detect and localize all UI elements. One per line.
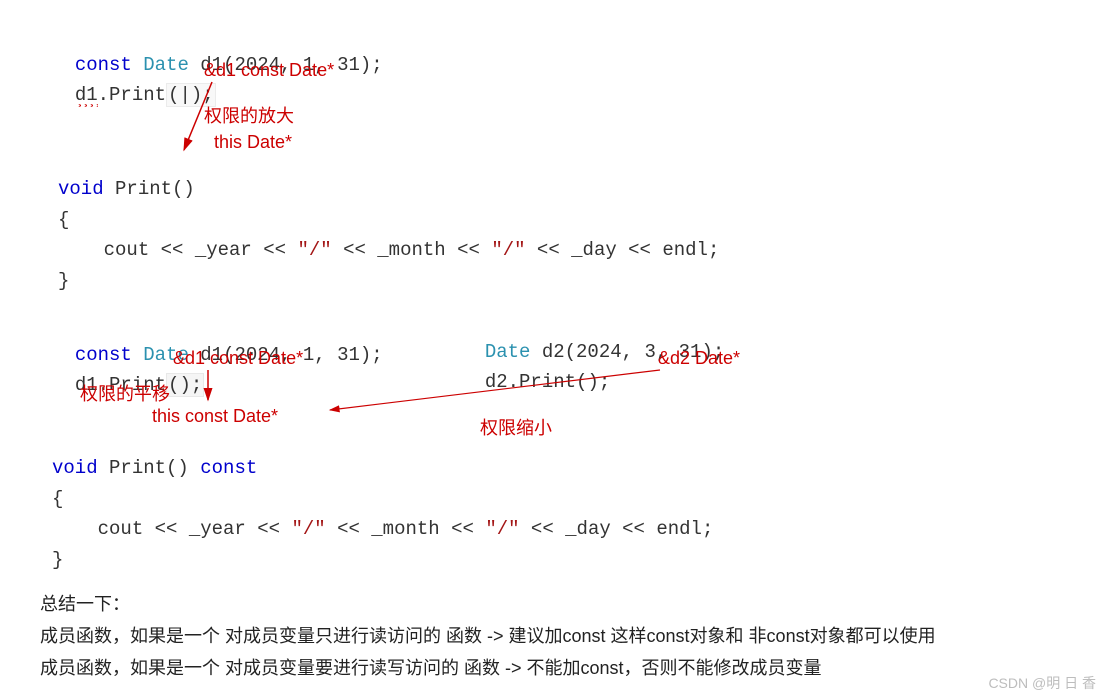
body-3b: << _day << endl; — [520, 518, 714, 540]
paren2: (); — [166, 373, 204, 397]
brace-close2: } — [52, 549, 63, 571]
str-1: "/" — [297, 239, 331, 261]
summary-line1: 成员函数，如果是一个 对成员变量只进行读访问的 函数 -> 建议加const 这… — [40, 622, 936, 651]
note-expand: 权限的放大 — [204, 102, 294, 131]
watermark: CSDN @明 日 香 — [988, 672, 1096, 694]
str-2: "/" — [491, 239, 525, 261]
code-call-d1: d1.Print(|); — [52, 50, 216, 111]
brace-open: { — [58, 209, 69, 231]
body-1b: cout << _year << — [52, 518, 291, 540]
kw-void: void — [58, 178, 104, 200]
ident-d1: d1 — [75, 84, 98, 107]
note-d1-type2: &d1 const Date* — [173, 344, 303, 373]
ident-print: Print — [109, 84, 166, 106]
func2: void Print() const { cout << _year << "/… — [52, 423, 713, 575]
fn-paren: () — [172, 178, 195, 200]
brace-close: } — [58, 270, 69, 292]
paren3: (); — [576, 371, 610, 393]
summary-line2: 成员函数，如果是一个 对成员变量要进行读写访问的 函数 -> 不能加const，… — [40, 654, 822, 683]
body-1: cout << _year << — [58, 239, 297, 261]
summary-title: 总结一下： — [40, 590, 130, 619]
str-1b: "/" — [291, 518, 325, 540]
dot: . — [98, 84, 109, 106]
body-3: << _day << endl; — [526, 239, 720, 261]
dot3: . — [508, 371, 519, 393]
fn-name2: Print — [109, 457, 166, 479]
ident-print3: Print — [519, 371, 576, 393]
note-d1-type: &d1 const Date* — [204, 56, 334, 85]
body-2b: << _month << — [326, 518, 486, 540]
kw-const3: const — [200, 457, 257, 479]
kw-void2: void — [52, 457, 98, 479]
func1: void Print() { cout << _year << "/" << _… — [58, 144, 719, 296]
fn-paren2: () — [166, 457, 200, 479]
fn-name: Print — [115, 178, 172, 200]
brace-open2: { — [52, 488, 63, 510]
str-2b: "/" — [485, 518, 519, 540]
note-d2-type: &d2 Date* — [658, 344, 740, 373]
ident-d2: d2 — [485, 371, 508, 393]
body-2: << _month << — [332, 239, 492, 261]
code-call-d2: d2.Print(); — [462, 337, 610, 398]
